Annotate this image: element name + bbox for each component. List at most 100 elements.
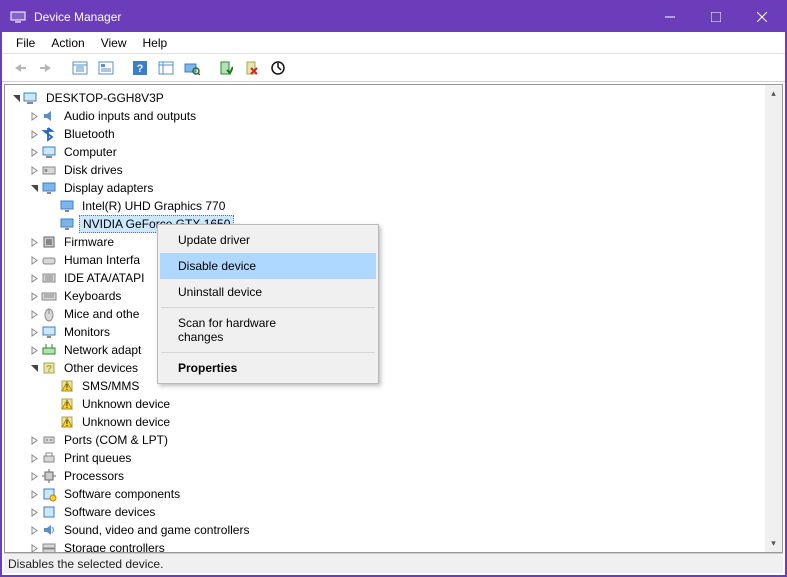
svg-text:!: !	[66, 401, 69, 410]
forward-button[interactable]	[34, 57, 58, 79]
tree-item-human-interface-devices[interactable]: Human Interfa	[5, 251, 765, 269]
menu-item-uninstall-device[interactable]: Uninstall device	[160, 279, 376, 305]
tree-item-label: Mice and othe	[61, 306, 142, 322]
expand-arrow-icon[interactable]	[27, 505, 41, 519]
tree-item-label: Network adapt	[61, 342, 144, 358]
tree-item-print-queues[interactable]: Print queues	[5, 449, 765, 467]
menu-view[interactable]: View	[93, 34, 135, 52]
menu-item-properties[interactable]: Properties	[160, 355, 376, 381]
tree-item-label: Unknown device	[79, 396, 173, 412]
options-button[interactable]	[154, 57, 178, 79]
expand-arrow-icon[interactable]	[27, 325, 41, 339]
menu-item-disable-device[interactable]: Disable device	[160, 253, 376, 279]
tree-item-label: Processors	[61, 468, 127, 484]
expand-arrow-icon[interactable]	[27, 433, 41, 447]
expand-arrow-icon[interactable]	[27, 109, 41, 123]
expand-arrow-icon[interactable]	[27, 127, 41, 141]
expand-arrow-icon[interactable]	[27, 343, 41, 357]
show-hidden-button[interactable]	[68, 57, 92, 79]
warn-icon: !	[59, 378, 75, 394]
menu-item-update-driver[interactable]: Update driver	[160, 227, 376, 253]
titlebar: Device Manager	[2, 2, 785, 32]
maximize-button[interactable]	[693, 2, 739, 32]
scan-hardware-button[interactable]	[180, 57, 204, 79]
tree-item-label: SMS/MMS	[79, 378, 142, 394]
menu-action[interactable]: Action	[43, 34, 92, 52]
tree-item-sms-mms[interactable]: ! SMS/MMS	[5, 377, 765, 395]
tree-item-mice-and-other-pointing-devices[interactable]: Mice and othe	[5, 305, 765, 323]
help-button[interactable]: ?	[128, 57, 152, 79]
tree-item-unknown-device[interactable]: ! Unknown device	[5, 395, 765, 413]
expand-arrow-icon[interactable]	[27, 541, 41, 552]
tree-item-label: Firmware	[61, 234, 117, 250]
expand-arrow-icon[interactable]	[27, 451, 41, 465]
tree-item-ide-ata-atapi-controllers[interactable]: IDE ATA/ATAPI	[5, 269, 765, 287]
disable-device-button[interactable]	[240, 57, 264, 79]
tree-item-network-adapters[interactable]: Network adapt	[5, 341, 765, 359]
tree-item-label: Other devices	[61, 360, 141, 376]
tree-item-software-components[interactable]: Software components	[5, 485, 765, 503]
svg-text:?: ?	[137, 63, 144, 75]
expand-arrow-icon[interactable]	[27, 163, 41, 177]
menu-item-scan-for-hardware-changes[interactable]: Scan for hardware changes	[160, 310, 376, 350]
vertical-scrollbar[interactable]: ▴ ▾	[765, 85, 782, 552]
close-button[interactable]	[739, 2, 785, 32]
tree-item-nvidia-geforce-gtx-1650[interactable]: NVIDIA GeForce GTX 1650	[5, 215, 765, 233]
monitor-icon	[41, 324, 57, 340]
collapse-arrow-icon[interactable]	[27, 181, 41, 195]
print-icon	[41, 450, 57, 466]
swc-icon	[41, 486, 57, 502]
expand-arrow-icon[interactable]	[27, 271, 41, 285]
scroll-up-button[interactable]: ▴	[765, 85, 782, 102]
uninstall-device-button[interactable]	[266, 57, 290, 79]
enable-device-button[interactable]	[214, 57, 238, 79]
tree-item-software-devices[interactable]: Software devices	[5, 503, 765, 521]
tree-item-label: Audio inputs and outputs	[61, 108, 199, 124]
expand-arrow-icon[interactable]	[27, 487, 41, 501]
expand-arrow-icon[interactable]	[27, 307, 41, 321]
mouse-icon	[41, 306, 57, 322]
tree-item-root[interactable]: DESKTOP-GGH8V3P	[5, 89, 765, 107]
tree-item-firmware[interactable]: Firmware	[5, 233, 765, 251]
tree-item-label: Intel(R) UHD Graphics 770	[79, 198, 228, 214]
menu-help[interactable]: Help	[135, 34, 176, 52]
tree-item-disk-drives[interactable]: Disk drives	[5, 161, 765, 179]
svg-text:!: !	[66, 383, 69, 392]
tree-item-label: Print queues	[61, 450, 134, 466]
tree-item-label: Keyboards	[61, 288, 124, 304]
tree-item-other-devices[interactable]: ?Other devices	[5, 359, 765, 377]
tree-item-display-adapters[interactable]: Display adapters	[5, 179, 765, 197]
root-icon	[23, 90, 39, 106]
tree-item-monitors[interactable]: Monitors	[5, 323, 765, 341]
expand-arrow-icon[interactable]	[27, 145, 41, 159]
tree-item-ports-com-lpt[interactable]: Ports (COM & LPT)	[5, 431, 765, 449]
tree-item-keyboards[interactable]: Keyboards	[5, 287, 765, 305]
tree-item-label: Disk drives	[61, 162, 126, 178]
scroll-down-button[interactable]: ▾	[765, 535, 782, 552]
expand-arrow-icon[interactable]	[27, 289, 41, 303]
tree-item-audio-inputs-and-outputs[interactable]: Audio inputs and outputs	[5, 107, 765, 125]
expand-arrow-icon[interactable]	[27, 523, 41, 537]
context-menu: Update driverDisable deviceUninstall dev…	[157, 224, 379, 384]
expand-arrow-icon[interactable]	[27, 469, 41, 483]
tree-item-unknown-device[interactable]: !Unknown device	[5, 413, 765, 431]
tree-item-bluetooth[interactable]: Bluetooth	[5, 125, 765, 143]
collapse-arrow-icon[interactable]	[27, 361, 41, 375]
tree-item-intel-r-uhd-graphics-770[interactable]: Intel(R) UHD Graphics 770	[5, 197, 765, 215]
expand-arrow-icon[interactable]	[27, 235, 41, 249]
tree-item-computer[interactable]: Computer	[5, 143, 765, 161]
back-button[interactable]	[8, 57, 32, 79]
tree-item-sound-video-and-game-controllers[interactable]: Sound, video and game controllers	[5, 521, 765, 539]
minimize-button[interactable]	[647, 2, 693, 32]
collapse-arrow-icon[interactable]	[9, 91, 23, 105]
menu-file[interactable]: File	[8, 34, 43, 52]
properties-button[interactable]	[94, 57, 118, 79]
expand-arrow-icon[interactable]	[27, 253, 41, 267]
tree-item-label: Storage controllers	[61, 540, 168, 552]
tree-item-processors[interactable]: Processors	[5, 467, 765, 485]
other-icon: ?	[41, 360, 57, 376]
tree-item-storage-controllers[interactable]: Storage controllers	[5, 539, 765, 552]
status-bar: Disables the selected device.	[4, 553, 783, 573]
device-tree[interactable]: DESKTOP-GGH8V3PAudio inputs and outputsB…	[5, 85, 765, 552]
sound-icon	[41, 522, 57, 538]
